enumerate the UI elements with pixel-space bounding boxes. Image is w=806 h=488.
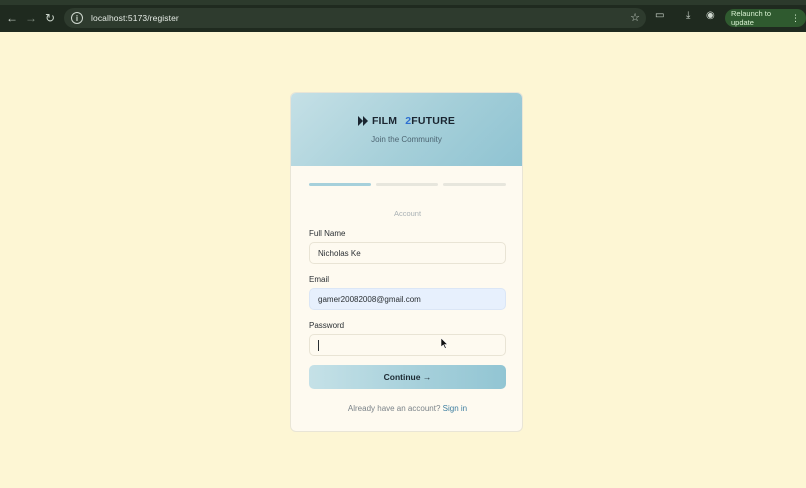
mouse-cursor-icon: [441, 338, 449, 349]
progress-step-2: [376, 183, 438, 186]
back-icon[interactable]: ←: [2, 8, 22, 28]
text-caret: [318, 339, 319, 351]
full-name-label: Full Name: [309, 229, 346, 238]
brand-name-future: FUTURE: [411, 115, 456, 127]
email-label: Email: [309, 275, 330, 284]
address-bar[interactable]: i localhost:5173/register ☆: [64, 8, 646, 28]
relaunch-button[interactable]: Relaunch to update ⋮: [725, 9, 806, 27]
signin-prompt: Already have an account?: [347, 404, 441, 413]
tagline: Join the Community: [371, 135, 442, 144]
password-label: Password: [309, 321, 345, 330]
menu-dots-icon: ⋮: [791, 12, 800, 23]
signin-prompt-row: Already have an account? Sign in: [291, 404, 522, 413]
email-value: gamer20082008@gmail.com: [318, 294, 421, 304]
download-icon[interactable]: ⤓: [686, 10, 690, 21]
signin-link[interactable]: Sign in: [443, 404, 467, 413]
progress-step-1: [309, 183, 371, 186]
register-card: FILM 2 FUTURE Join the Community Account…: [290, 92, 523, 432]
progress-step-3: [443, 183, 506, 186]
tab-strip: [0, 0, 806, 5]
site-info-icon[interactable]: i: [71, 12, 83, 24]
url-text: localhost:5173/register: [91, 13, 179, 23]
brand-name-film: FILM: [371, 115, 398, 127]
step-title: Account: [393, 209, 422, 218]
continue-button[interactable]: Continue →: [309, 365, 506, 389]
forward-icon[interactable]: →: [21, 8, 41, 28]
full-name-value: Nicholas Ke: [318, 248, 361, 258]
profile-icon[interactable]: ◉: [706, 10, 715, 21]
card-header: FILM 2 FUTURE Join the Community: [291, 93, 522, 166]
reload-icon[interactable]: ↻: [40, 8, 60, 28]
brand-logo: FILM 2 FUTURE: [357, 115, 456, 127]
cast-icon[interactable]: ▭: [655, 10, 664, 21]
email-input[interactable]: gamer20082008@gmail.com: [309, 288, 506, 310]
browser-toolbar: ← → ↻ i localhost:5173/register ☆ ▭ ⤓ ◉ …: [0, 0, 806, 32]
step-progress: [309, 183, 506, 186]
bookmark-star-icon[interactable]: ☆: [630, 11, 640, 24]
fast-forward-icon: [357, 116, 368, 126]
full-name-input[interactable]: Nicholas Ke: [309, 242, 506, 264]
password-input[interactable]: [309, 334, 506, 356]
